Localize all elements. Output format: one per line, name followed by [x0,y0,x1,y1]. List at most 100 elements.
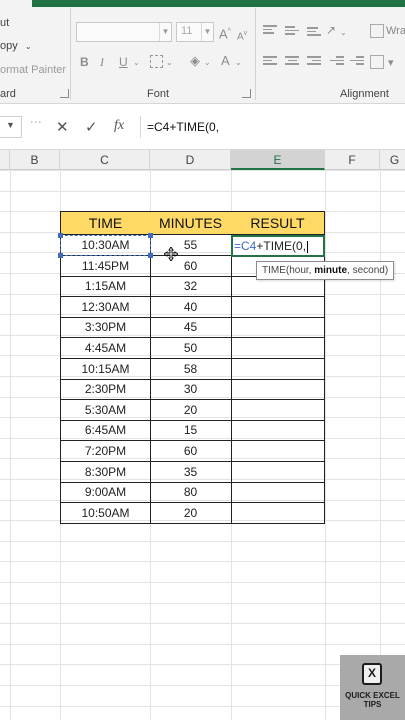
header-result[interactable]: RESULT [231,211,325,235]
minutes-cell[interactable]: 55 [150,235,232,256]
time-cell[interactable]: 12:30AM [60,296,151,318]
result-cell[interactable] [231,502,325,524]
time-cell[interactable]: 8:30PM [60,461,151,483]
time-cell[interactable]: 7:20PM [60,441,151,462]
chevron-down-icon[interactable]: ⌄ [340,25,347,41]
decrease-font-icon[interactable]: Av [237,26,247,45]
column-header-d[interactable]: D [150,150,231,170]
align-left-icon[interactable] [263,56,277,68]
underline-button[interactable]: U [119,54,128,70]
chevron-down-icon[interactable]: ▼ [159,23,171,41]
font-color-icon[interactable]: A [221,53,230,69]
time-cell[interactable]: 10:15AM [60,358,151,380]
bold-button[interactable]: B [80,54,89,70]
tooltip-suffix: , second) [347,265,389,276]
row-header-corner[interactable] [0,150,10,170]
result-cell[interactable] [231,379,325,401]
cut-button[interactable]: ut [0,17,9,29]
align-middle-icon[interactable] [285,26,299,38]
chevron-down-icon[interactable]: ⌄ [204,55,211,71]
range-handle[interactable] [58,253,63,258]
clipboard-launcher-icon[interactable] [60,89,69,98]
font-size-value: 11 [181,25,193,37]
range-handle[interactable] [58,233,63,238]
minutes-cell[interactable]: 35 [150,461,232,483]
italic-button[interactable]: I [100,54,104,70]
decrease-indent-icon[interactable] [330,56,344,68]
function-argument-tooltip[interactable]: TIME(hour, minute, second) [256,261,395,280]
align-top-icon[interactable] [263,25,277,37]
chevron-down-icon[interactable]: ▼ [201,23,213,41]
font-name-dropdown[interactable]: ▼ [76,22,172,42]
result-cell[interactable] [231,338,325,359]
align-right-icon[interactable] [307,56,321,68]
column-header-e[interactable]: E [231,150,325,170]
minutes-cell[interactable]: 60 [150,255,232,277]
cancel-icon[interactable]: ✕ [56,118,69,136]
wrap-text-label[interactable]: Wra [386,25,405,37]
time-cell[interactable]: 3:30PM [60,317,151,339]
column-header-g[interactable]: G [380,150,405,170]
chevron-down-icon[interactable]: ▼ [6,120,15,130]
time-cell[interactable]: 5:30AM [60,399,151,421]
minutes-cell[interactable]: 20 [150,502,232,524]
enter-icon[interactable]: ✓ [85,118,98,136]
worksheet-grid[interactable]: B C D E F G TIME MINUTES RESULT 10:30AM 5… [0,150,405,720]
time-cell[interactable]: 9:00AM [60,482,151,504]
minutes-cell[interactable]: 20 [150,399,232,421]
insert-function-icon[interactable]: fx [114,118,124,134]
time-cell[interactable]: 6:45AM [60,420,151,442]
time-cell[interactable]: 11:45PM [60,255,151,277]
time-cell[interactable]: 4:45AM [60,338,151,359]
time-cell[interactable]: 10:50AM [60,502,151,524]
font-launcher-icon[interactable] [242,89,251,98]
align-center-icon[interactable] [285,56,299,68]
align-bottom-icon[interactable] [307,27,321,39]
minutes-cell[interactable]: 45 [150,317,232,339]
increase-font-icon[interactable]: A^ [219,24,231,42]
header-minutes[interactable]: MINUTES [150,211,232,235]
result-cell[interactable] [231,441,325,462]
minutes-cell[interactable]: 40 [150,296,232,318]
column-header-f[interactable]: F [325,150,380,170]
format-painter-button[interactable]: ormat Painter [0,64,66,76]
chevron-down-icon[interactable]: ⌄ [133,55,140,71]
result-cell[interactable] [231,420,325,442]
range-handle[interactable] [148,233,153,238]
result-cell[interactable] [231,317,325,339]
result-cell[interactable] [231,482,325,504]
minutes-cell[interactable]: 15 [150,420,232,442]
chevron-down-icon[interactable]: ⌄ [25,42,32,51]
header-time[interactable]: TIME [60,211,151,235]
chevron-down-icon[interactable]: ⌄ [166,55,173,71]
increase-indent-icon[interactable] [350,56,364,68]
copy-button[interactable]: opy ⌄ [0,40,32,52]
column-header-c[interactable]: C [60,150,150,170]
result-cell[interactable] [231,296,325,318]
chevron-down-icon[interactable]: ⌄ [235,55,242,71]
merge-center-icon[interactable] [370,55,384,69]
range-handle[interactable] [148,253,153,258]
time-cell[interactable]: 1:15AM [60,276,151,298]
result-cell[interactable] [231,358,325,380]
minutes-cell[interactable]: 30 [150,379,232,401]
wrap-text-icon[interactable] [370,24,384,38]
column-header-b[interactable]: B [10,150,60,170]
result-cell[interactable] [231,399,325,421]
name-box[interactable]: ▼ [0,116,22,138]
font-size-dropdown[interactable]: 11 ▼ [176,22,214,42]
minutes-cell[interactable]: 32 [150,276,232,298]
minutes-cell[interactable]: 80 [150,482,232,504]
formula-bar-grip-icon[interactable]: ⋮ [29,116,43,129]
fill-color-icon[interactable]: ◈ [190,53,200,69]
minutes-cell[interactable]: 58 [150,358,232,380]
orientation-icon[interactable]: ↗ [326,22,336,38]
time-cell[interactable]: 2:30PM [60,379,151,401]
minutes-cell[interactable]: 50 [150,338,232,359]
result-cell[interactable] [231,461,325,483]
formula-input[interactable]: =C4+TIME(0, [140,116,405,138]
borders-icon[interactable] [150,55,163,68]
minutes-cell[interactable]: 60 [150,441,232,462]
chevron-down-icon[interactable]: ▾ [388,55,394,71]
editing-cell-e4[interactable]: =C4+TIME(0, [231,235,325,257]
